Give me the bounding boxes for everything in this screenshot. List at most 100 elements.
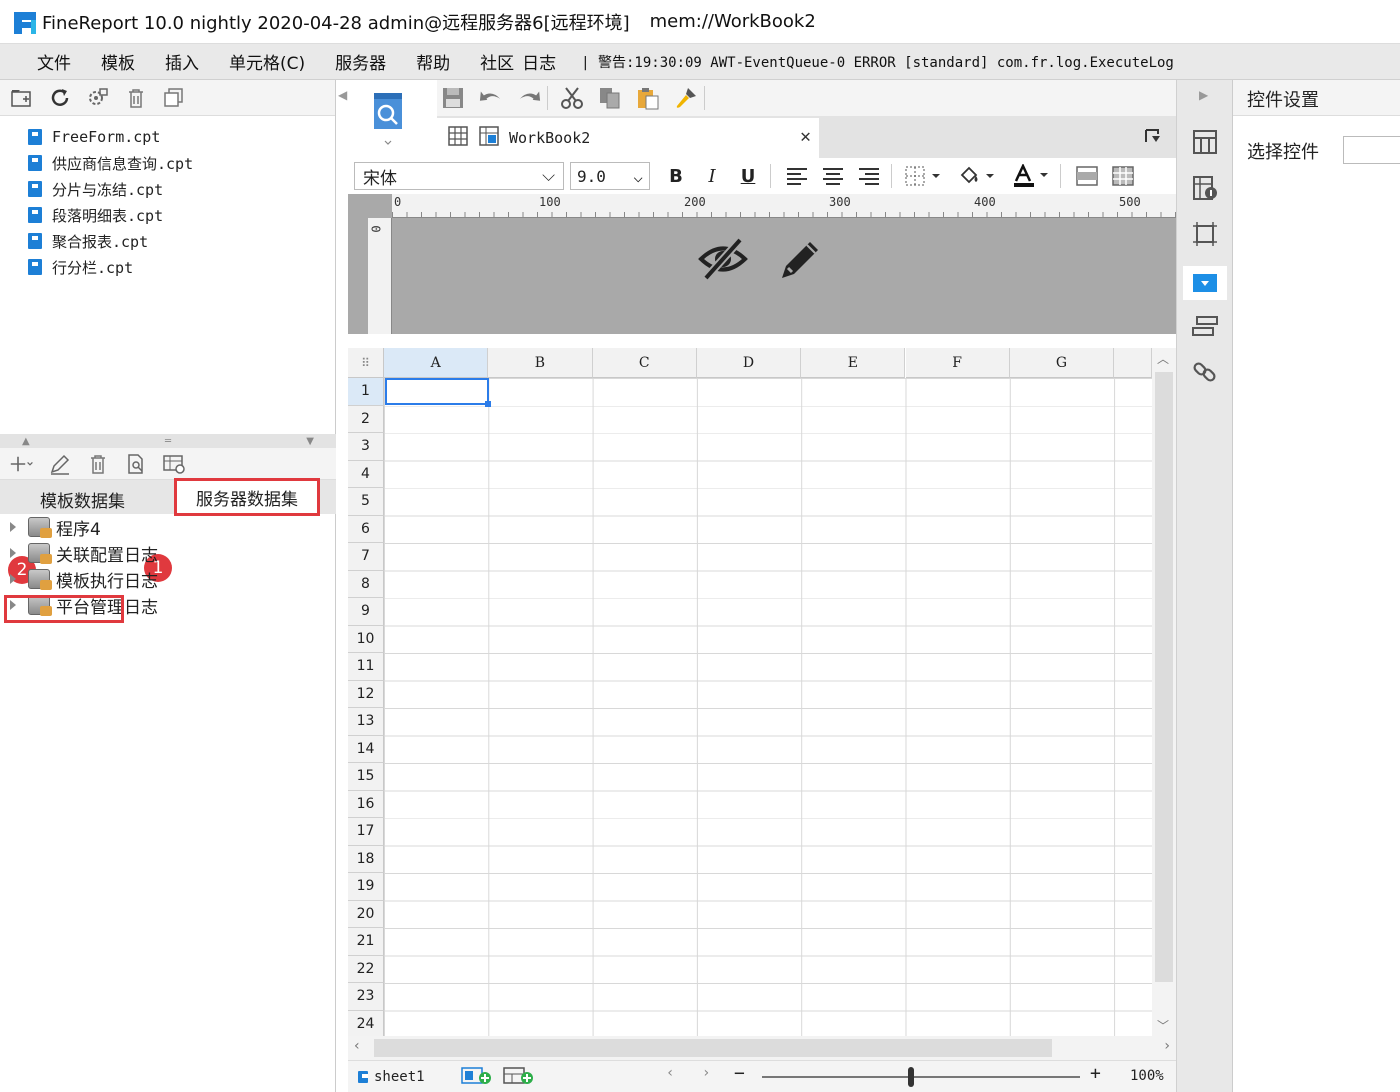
row-header-6[interactable]: 6 <box>348 515 384 543</box>
column-header-d[interactable]: D <box>696 348 802 378</box>
scroll-right-icon[interactable]: › <box>1164 1038 1170 1054</box>
cell-element-icon[interactable] <box>1191 174 1219 202</box>
row-header-22[interactable]: 22 <box>348 955 384 983</box>
tab-menu-icon[interactable] <box>1142 126 1162 150</box>
menu-community[interactable]: 社区 <box>480 49 514 74</box>
row-header-15[interactable]: 15 <box>348 763 384 791</box>
zoom-slider-track[interactable] <box>762 1076 1080 1078</box>
fill-handle[interactable] <box>485 401 491 407</box>
row-header-1[interactable]: 1 <box>348 378 384 406</box>
row-header-16[interactable]: 16 <box>348 790 384 818</box>
horizontal-scrollbar[interactable]: ‹ › <box>348 1036 1176 1060</box>
row-header-18[interactable]: 18 <box>348 845 384 873</box>
selected-cell-a1[interactable] <box>385 378 491 407</box>
tab-template-dataset[interactable]: 模板数据集 <box>0 484 172 514</box>
zoom-level[interactable]: 100% <box>1130 1068 1164 1084</box>
select-widget-dropdown[interactable] <box>1343 136 1400 164</box>
scroll-left-icon[interactable]: ‹ <box>354 1038 360 1054</box>
expand-arrow-icon[interactable] <box>10 574 16 584</box>
row-header-24[interactable]: 24 <box>348 1010 384 1038</box>
file-item[interactable]: 行分栏.cpt <box>28 254 335 280</box>
align-center-icon[interactable] <box>817 162 849 190</box>
form-design-area[interactable]: 0 100 200 300 400 500 0 <box>348 194 1176 334</box>
dataset-item[interactable]: 程序4 <box>0 514 336 540</box>
row-header-8[interactable]: 8 <box>348 570 384 598</box>
row-header-4[interactable]: 4 <box>348 460 384 488</box>
dataset-item[interactable]: 模板执行日志 <box>0 566 336 592</box>
scroll-down-icon[interactable]: ﹀ <box>1157 1017 1169 1034</box>
hide-eye-icon[interactable] <box>698 236 748 286</box>
row-header-12[interactable]: 12 <box>348 680 384 708</box>
float-element-icon[interactable] <box>1191 220 1219 248</box>
row-header-17[interactable]: 17 <box>348 818 384 846</box>
edit-pencil-icon[interactable] <box>778 236 824 286</box>
cell-attributes-icon[interactable] <box>1191 128 1219 156</box>
row-header-14[interactable]: 14 <box>348 735 384 763</box>
file-item[interactable]: 分片与冻结.cpt <box>28 176 335 202</box>
preview-dataset-icon[interactable] <box>124 452 148 476</box>
cell-grid[interactable] <box>384 378 1152 1038</box>
fill-color-icon[interactable] <box>956 162 1000 190</box>
expand-arrow-icon[interactable] <box>10 522 16 532</box>
file-item[interactable]: 供应商信息查询.cpt <box>28 150 335 176</box>
underline-button[interactable]: U <box>732 162 764 190</box>
row-header-21[interactable]: 21 <box>348 928 384 956</box>
sheet-prev-icon[interactable]: ‹ <box>666 1065 674 1081</box>
condition-attributes-icon[interactable] <box>1191 312 1219 340</box>
preview-button[interactable] <box>358 86 418 152</box>
align-right-icon[interactable] <box>853 162 885 190</box>
font-color-icon[interactable] <box>1010 162 1054 190</box>
dataset-settings-icon[interactable] <box>162 452 186 476</box>
copy-icon[interactable] <box>162 86 186 110</box>
row-header-13[interactable]: 13 <box>348 708 384 736</box>
delete-dataset-icon[interactable] <box>86 452 110 476</box>
menu-log[interactable]: 日志 <box>522 49 556 74</box>
grip-icon[interactable]: ═ <box>165 436 171 447</box>
row-header-3[interactable]: 3 <box>348 433 384 461</box>
format-painter-icon[interactable] <box>674 86 698 110</box>
split-cells-icon[interactable] <box>1107 162 1139 190</box>
add-dataset-icon[interactable] <box>10 452 34 476</box>
horizontal-scroll-thumb[interactable] <box>374 1039 1052 1057</box>
vertical-scrollbar[interactable]: ︿ ﹀ <box>1152 348 1176 1036</box>
collapse-down-icon[interactable]: ▼ <box>306 436 314 447</box>
sheet-next-icon[interactable]: › <box>702 1065 710 1081</box>
scroll-up-icon[interactable]: ︿ <box>1157 350 1169 367</box>
paste-icon[interactable] <box>636 86 660 110</box>
add-report-sheet-icon[interactable] <box>460 1065 493 1089</box>
menu-server[interactable]: 服务器 <box>335 49 386 74</box>
menu-file[interactable]: 文件 <box>37 49 71 74</box>
sheet-tab-sheet1[interactable]: sheet1 <box>358 1069 425 1085</box>
grid-view-icon[interactable] <box>447 125 469 151</box>
add-dashboard-sheet-icon[interactable] <box>502 1065 535 1089</box>
file-item[interactable]: FreeForm.cpt <box>28 124 335 150</box>
undo-icon[interactable] <box>479 86 503 110</box>
menu-template[interactable]: 模板 <box>101 49 135 74</box>
menu-help[interactable]: 帮助 <box>416 49 450 74</box>
row-header-11[interactable]: 11 <box>348 653 384 681</box>
refresh-icon[interactable] <box>48 86 72 110</box>
edit-icon[interactable] <box>48 452 72 476</box>
font-family-select[interactable]: 宋体 ⌵ <box>354 162 564 190</box>
vertical-scroll-thumb[interactable] <box>1155 372 1173 982</box>
hyperlink-icon[interactable] <box>1191 358 1219 386</box>
panel-splitter[interactable]: ▲ ═ ▼ <box>0 434 336 448</box>
column-header-f[interactable]: F <box>905 348 1010 378</box>
row-header-20[interactable]: 20 <box>348 900 384 928</box>
row-header-5[interactable]: 5 <box>348 488 384 516</box>
widget-settings-icon[interactable] <box>1183 266 1227 300</box>
close-tab-icon[interactable]: ✕ <box>800 126 811 147</box>
column-header-b[interactable]: B <box>488 348 593 378</box>
font-size-select[interactable]: 9.0 ⌵ <box>570 162 650 190</box>
merge-cells-icon[interactable] <box>1071 162 1103 190</box>
column-header-e[interactable]: E <box>801 348 906 378</box>
save-icon[interactable] <box>441 86 465 110</box>
settings-icon[interactable] <box>86 86 110 110</box>
row-header-19[interactable]: 19 <box>348 873 384 901</box>
collapse-left-icon[interactable]: ◀ <box>338 88 347 102</box>
zoom-slider-thumb[interactable] <box>908 1067 915 1087</box>
align-left-icon[interactable] <box>781 162 813 190</box>
column-header-h[interactable] <box>1114 348 1152 378</box>
bold-button[interactable]: B <box>660 162 692 190</box>
row-header-2[interactable]: 2 <box>348 405 384 433</box>
